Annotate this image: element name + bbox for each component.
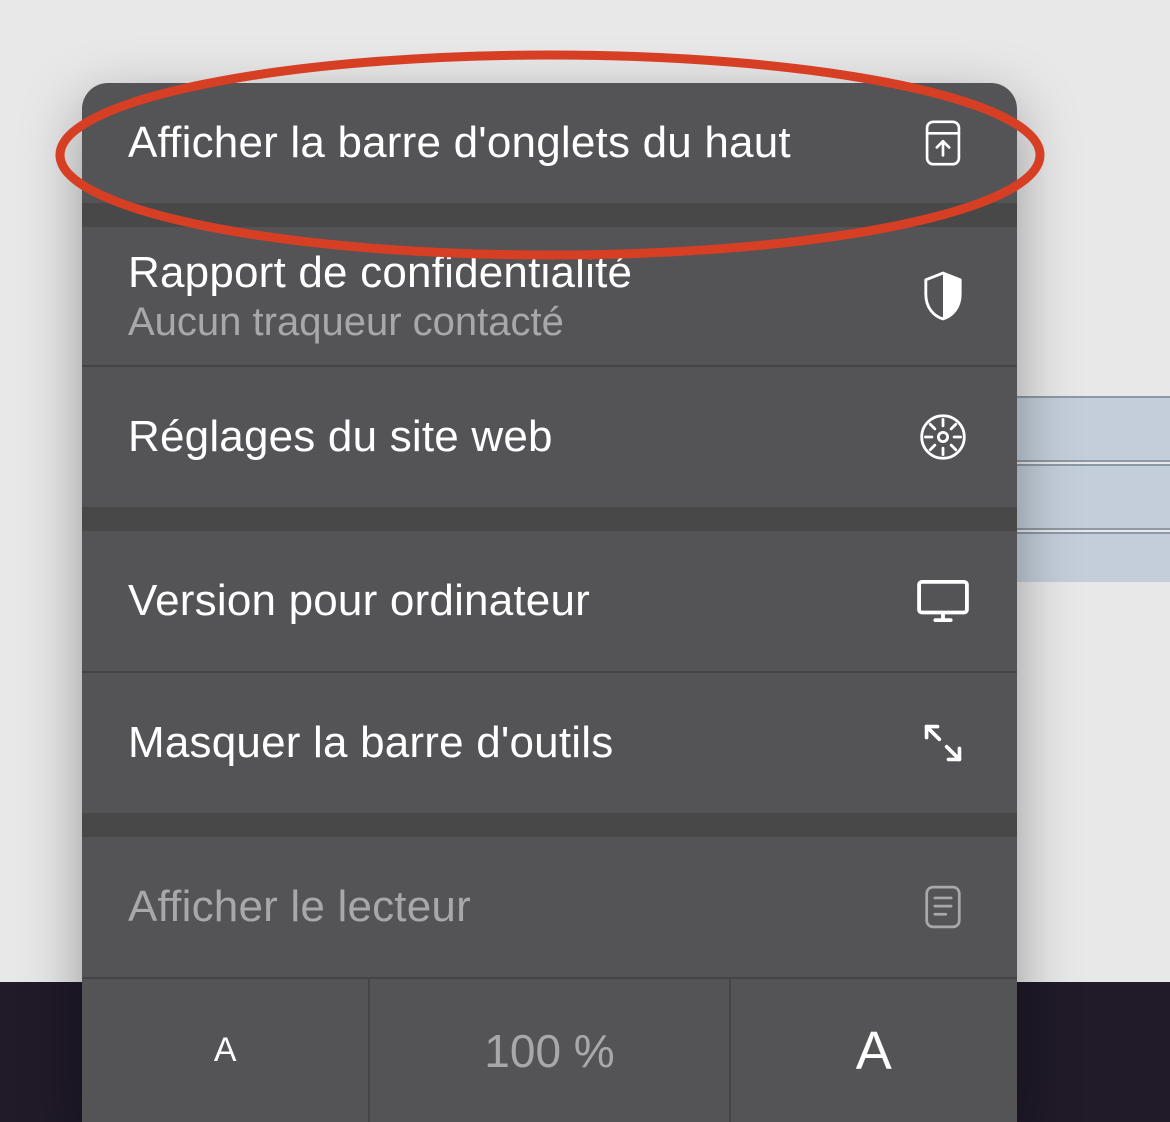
background-stripe <box>1010 464 1170 530</box>
text-size-increase-button[interactable]: A <box>731 979 1017 1122</box>
menu-item-text: Rapport de confidentialité Aucun traqueu… <box>128 248 632 345</box>
menu-item-show-top-tab-bar[interactable]: Afficher la barre d'onglets du haut <box>82 83 1017 203</box>
menu-item-sublabel: Aucun traqueur contacté <box>128 300 632 345</box>
background-stripe <box>1010 396 1170 462</box>
divider <box>82 203 1017 227</box>
reader-icon <box>915 879 971 935</box>
tab-bar-top-icon <box>915 115 971 171</box>
menu-item-show-reader: Afficher le lecteur <box>82 837 1017 977</box>
menu-item-label: Réglages du site web <box>128 412 553 462</box>
menu-item-label: Afficher le lecteur <box>128 882 471 932</box>
menu-item-website-settings[interactable]: Réglages du site web <box>82 367 1017 507</box>
divider <box>82 813 1017 837</box>
divider <box>82 507 1017 531</box>
menu-item-label: Masquer la barre d'outils <box>128 718 613 768</box>
menu-item-hide-toolbar[interactable]: Masquer la barre d'outils <box>82 673 1017 813</box>
text-size-control: A 100 % A <box>82 977 1017 1122</box>
gear-icon <box>915 409 971 465</box>
menu-item-label: Version pour ordinateur <box>128 576 590 626</box>
background-stripe <box>1010 532 1170 582</box>
text-size-percent-button[interactable]: 100 % <box>370 979 730 1122</box>
zoom-percent-label: 100 % <box>484 1024 614 1078</box>
safari-page-menu-popup: Afficher la barre d'onglets du haut Rapp… <box>82 83 1017 1122</box>
small-a-label: A <box>214 1031 237 1070</box>
expand-arrows-icon <box>915 715 971 771</box>
menu-item-privacy-report[interactable]: Rapport de confidentialité Aucun traqueu… <box>82 227 1017 365</box>
menu-item-label: Afficher la barre d'onglets du haut <box>128 118 791 168</box>
desktop-icon <box>915 573 971 629</box>
text-size-decrease-button[interactable]: A <box>82 979 370 1122</box>
large-a-label: A <box>856 1020 892 1082</box>
menu-item-request-desktop-site[interactable]: Version pour ordinateur <box>82 531 1017 671</box>
menu-item-label: Rapport de confidentialité <box>128 248 632 298</box>
shield-icon <box>915 268 971 324</box>
